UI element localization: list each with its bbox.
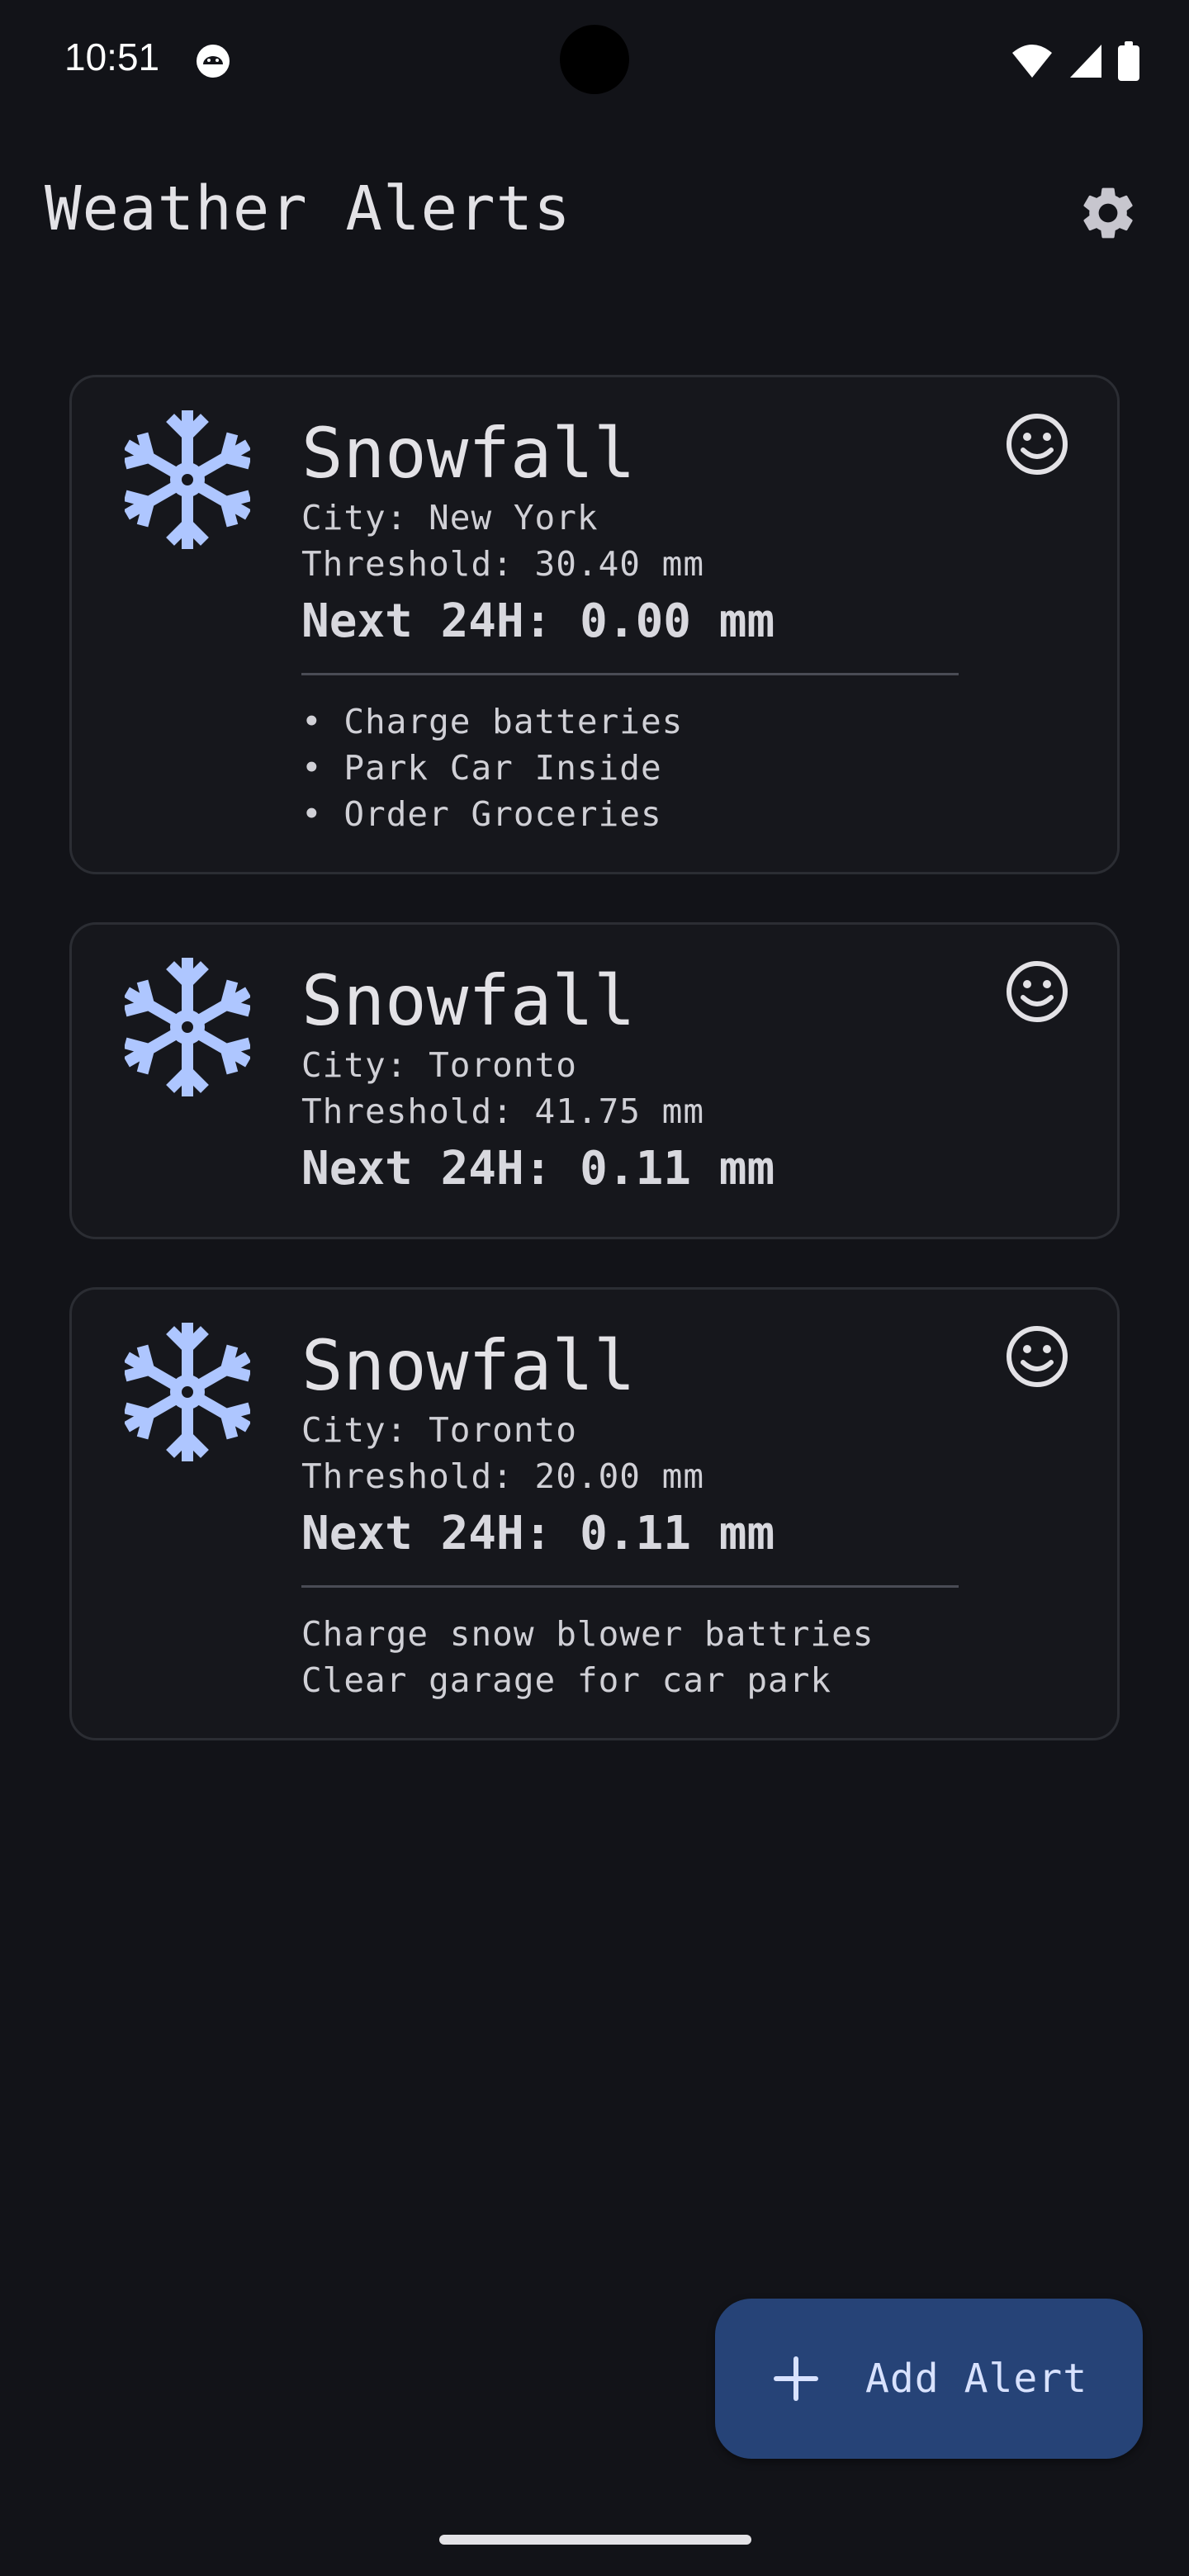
settings-button[interactable] [1070, 177, 1146, 253]
card-body: Snowfall City: New York Threshold: 30.40… [301, 412, 978, 837]
card-body: Snowfall City: Toronto Threshold: 41.75 … [301, 959, 978, 1202]
alert-card[interactable]: Snowfall City: New York Threshold: 30.40… [69, 375, 1120, 874]
card-body: Snowfall City: Toronto Threshold: 20.00 … [301, 1324, 978, 1703]
smiley-icon[interactable] [1005, 1324, 1069, 1389]
alert-title: Snowfall [301, 1325, 636, 1406]
card-divider [301, 1585, 959, 1588]
alert-city: City: Toronto [301, 1410, 577, 1450]
status-bar: 10:51 [0, 0, 1189, 124]
smiley-icon[interactable] [1005, 412, 1069, 476]
status-icons [1011, 41, 1139, 84]
alert-title: Snowfall [301, 413, 636, 494]
camera-cutout [560, 25, 629, 94]
snowflake-icon [125, 957, 250, 1096]
alert-threshold: Threshold: 41.75 mm [301, 1091, 704, 1131]
alert-card[interactable]: Snowfall City: Toronto Threshold: 41.75 … [69, 922, 1120, 1239]
plus-icon [771, 2354, 821, 2403]
smiley-icon[interactable] [1005, 959, 1069, 1024]
gear-icon [1077, 182, 1139, 248]
alert-city: City: New York [301, 498, 599, 537]
alert-forecast: Next 24H: 0.11 mm [301, 1142, 775, 1196]
alert-list: Snowfall City: New York Threshold: 30.40… [69, 375, 1120, 1788]
alert-city: City: Toronto [301, 1045, 577, 1085]
card-divider [301, 673, 959, 675]
add-alert-label: Add Alert [865, 2356, 1088, 2402]
add-alert-button[interactable]: Add Alert [715, 2299, 1143, 2459]
status-time: 10:51 [64, 36, 160, 78]
alert-threshold: Threshold: 30.40 mm [301, 544, 704, 584]
signal-icon [1068, 43, 1103, 83]
page-title: Weather Alerts [45, 173, 571, 244]
snowflake-icon [125, 410, 250, 549]
alert-threshold: Threshold: 20.00 mm [301, 1456, 704, 1496]
alert-notes: • Charge batteries • Park Car Inside • O… [301, 702, 684, 834]
alert-forecast: Next 24H: 0.00 mm [301, 594, 775, 648]
alert-forecast: Next 24H: 0.11 mm [301, 1507, 775, 1560]
battery-icon [1118, 41, 1139, 84]
wifi-icon [1011, 43, 1054, 83]
gesture-nav-bar[interactable] [439, 2535, 751, 2545]
snowflake-icon [125, 1322, 250, 1461]
alert-title: Snowfall [301, 960, 636, 1041]
android-app-icon [195, 43, 231, 79]
alert-notes: Charge snow blower battries Clear garage… [301, 1614, 874, 1700]
alert-card[interactable]: Snowfall City: Toronto Threshold: 20.00 … [69, 1287, 1120, 1740]
